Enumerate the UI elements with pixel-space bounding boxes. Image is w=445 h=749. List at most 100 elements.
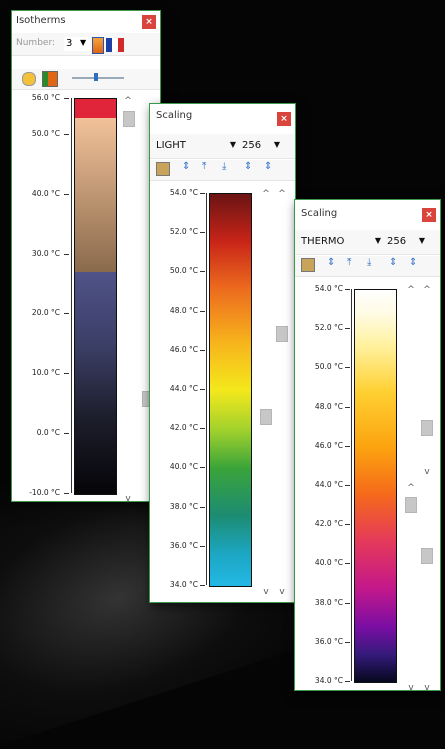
scaling-thermo-scale: 54.0 °C 52.0 °C 50.0 °C 48.0 °C 46.0 °C 44.0 … — [295, 280, 440, 693]
scroll-up-icon[interactable]: ^ — [421, 285, 433, 295]
tick-label: 38.0 °C — [169, 501, 198, 511]
close-button[interactable]: × — [277, 112, 291, 126]
palette-select[interactable]: THERMO ▼ — [299, 234, 381, 250]
fit-icon[interactable]: ⇕ — [409, 257, 417, 268]
tick-mark — [200, 545, 205, 547]
scaling-light-toolbar: LIGHT ▼ 256 ▼ — [150, 134, 295, 159]
tick-label: 52.0 °C — [314, 323, 343, 333]
tick-label: 50.0 °C — [169, 266, 198, 276]
band-peach — [75, 118, 116, 272]
palette-value: THERMO — [301, 236, 345, 247]
tick-mark — [345, 563, 350, 565]
close-button[interactable]: × — [142, 15, 156, 29]
light-scrollbar-left[interactable]: ^ v — [260, 189, 272, 597]
isotherms-titlebar[interactable]: Isotherms × — [12, 11, 160, 33]
chevron-down-icon: ▼ — [229, 140, 236, 149]
tick-label: 20.0 °C — [31, 308, 60, 318]
lower-bottom-icon[interactable]: ⤓ — [367, 257, 371, 268]
tick-label: 40.0 °C — [169, 462, 198, 472]
scaling-light-titlebar[interactable]: Scaling × — [150, 104, 295, 126]
tick-mark — [200, 193, 205, 194]
scroll-down-icon[interactable]: v — [405, 683, 417, 693]
scroll-down-icon[interactable]: v — [260, 587, 272, 597]
tick-mark — [345, 328, 350, 330]
close-button[interactable]: × — [422, 208, 436, 222]
tick-label: 42.0 °C — [169, 423, 198, 433]
scroll-thumb[interactable] — [276, 326, 288, 342]
scaling-thermo-title: Scaling — [301, 208, 338, 219]
scroll-thumb[interactable] — [405, 497, 417, 513]
expand-icon[interactable]: ⇕ — [389, 257, 397, 268]
scroll-down-icon[interactable]: v — [421, 467, 433, 477]
lower-bottom-icon[interactable]: ⤓ — [222, 161, 226, 172]
tick-label: 54.0 °C — [314, 284, 343, 293]
scaling-light-panel: Scaling × LIGHT ▼ 256 ▼ ⇕ ⤒ ⤓ ⇕ ⇕ 54.0 °… — [149, 103, 296, 603]
tick-label: 36.0 °C — [169, 540, 198, 550]
flag-icon[interactable] — [106, 38, 124, 52]
number-label: Number: — [16, 38, 56, 48]
thermo-scrollbar-right[interactable]: ^ v v — [421, 285, 433, 693]
scroll-down-icon[interactable]: v — [421, 683, 433, 693]
levels-value: 256 — [242, 140, 262, 151]
scroll-up-icon[interactable]: ^ — [276, 189, 288, 199]
slider-icon[interactable] — [72, 77, 124, 79]
scroll-up-icon[interactable]: ^ — [260, 189, 272, 199]
tick-mark — [64, 373, 69, 375]
tick-mark — [64, 133, 69, 135]
tick-label: 36.0 °C — [314, 636, 343, 646]
scroll-down-icon[interactable]: v — [122, 494, 134, 504]
axis-line — [71, 98, 72, 493]
edit-icon[interactable] — [301, 258, 315, 272]
tick-label: 48.0 °C — [169, 305, 198, 315]
levels-select[interactable]: 256 ▼ — [385, 234, 425, 250]
light-scrollbar-right[interactable]: ^ v — [276, 189, 288, 597]
palette-icon[interactable] — [92, 37, 104, 54]
scaling-thermo-titlebar[interactable]: Scaling × — [295, 200, 440, 222]
scaling-light-toolbar-2: ⇕ ⤒ ⤓ ⇕ ⇕ — [150, 160, 295, 181]
palette-select[interactable]: LIGHT ▼ — [154, 138, 236, 154]
edit-icon[interactable] — [156, 162, 170, 176]
fit-icon[interactable]: ⇕ — [264, 161, 272, 172]
isotherms-panel: Isotherms × Number: 3 ▼ 56.0 °C 50.0 °C 40… — [11, 10, 161, 504]
thermo-scrollbar-left[interactable]: ^ ^ v — [405, 285, 417, 693]
light-colorbar — [209, 193, 252, 587]
raise-top-icon[interactable]: ⤒ — [202, 161, 206, 172]
scroll-thumb[interactable] — [421, 420, 433, 436]
face-icon[interactable] — [22, 72, 36, 86]
isotherms-scrollbar[interactable]: ^ v — [122, 96, 154, 504]
tick-mark — [345, 681, 350, 682]
scroll-down-icon[interactable]: v — [276, 587, 288, 597]
levels-select[interactable]: 256 ▼ — [240, 138, 280, 154]
move-up-icon[interactable]: ⇕ — [327, 257, 335, 268]
expand-icon[interactable]: ⇕ — [244, 161, 252, 172]
scroll-thumb-lower[interactable] — [421, 548, 433, 564]
scroll-thumb[interactable] — [260, 409, 272, 425]
chevron-down-icon: ▼ — [418, 236, 425, 245]
tick-mark — [200, 506, 205, 508]
palette-value: LIGHT — [156, 140, 186, 151]
tick-mark — [64, 493, 69, 494]
scroll-thumb[interactable] — [123, 111, 135, 127]
scroll-up-icon[interactable]: ^ — [122, 96, 134, 106]
tick-mark — [345, 406, 350, 408]
raise-top-icon[interactable]: ⤒ — [347, 257, 351, 268]
scroll-up-icon[interactable]: ^ — [405, 285, 417, 295]
tick-mark — [200, 585, 205, 586]
tick-mark — [200, 232, 205, 234]
scroll-up-icon[interactable]: ^ — [405, 483, 417, 493]
tick-label: 40.0 °C — [314, 558, 343, 568]
layout-icon[interactable] — [42, 71, 58, 87]
slider-handle[interactable] — [94, 73, 98, 81]
tick-mark — [345, 524, 350, 526]
scaling-thermo-panel: Scaling × THERMO ▼ 256 ▼ ⇕ ⤒ ⤓ ⇕ ⇕ 54.0 … — [294, 199, 441, 693]
tick-mark — [200, 467, 205, 469]
tick-label: 48.0 °C — [314, 401, 343, 411]
tick-label: 38.0 °C — [314, 597, 343, 607]
tick-mark — [64, 433, 69, 435]
number-value: 3 — [66, 38, 73, 49]
tick-label: 10.0 °C — [31, 368, 60, 378]
move-up-icon[interactable]: ⇕ — [182, 161, 190, 172]
isotherms-title: Isotherms — [16, 15, 66, 26]
tick-mark — [345, 289, 350, 290]
number-select[interactable]: 3 ▼ — [64, 37, 90, 51]
